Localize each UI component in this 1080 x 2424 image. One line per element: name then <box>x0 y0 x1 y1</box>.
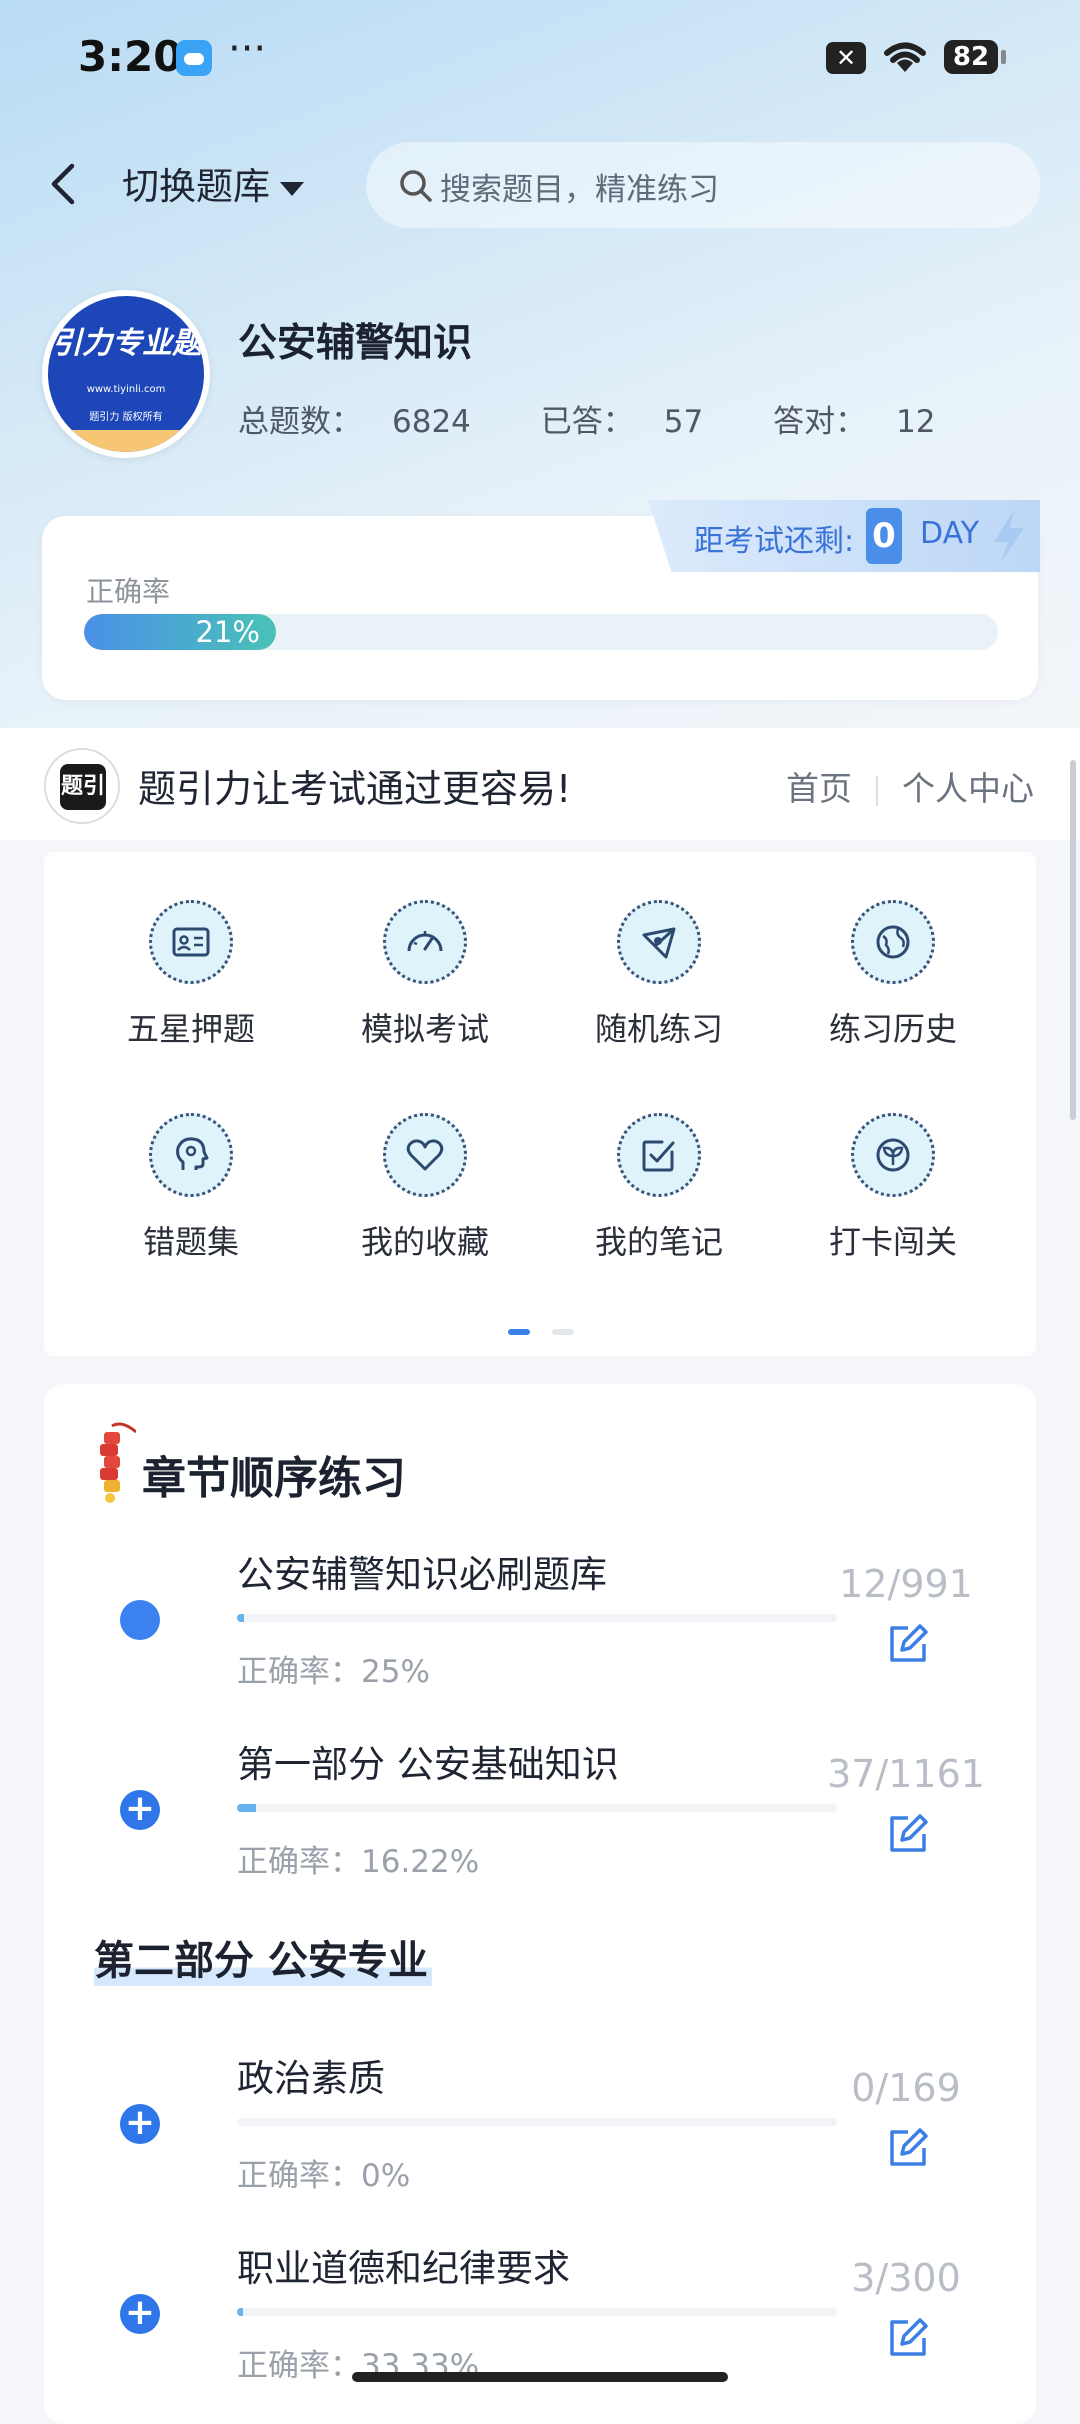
chapter-row[interactable]: + 职业道德和纪律要求 正确率：33.33% 3/300 <box>44 2238 1036 2418</box>
switch-bank-label: 切换题库 <box>122 165 270 208</box>
status-time: 3:20 <box>78 32 183 81</box>
edit-icon[interactable] <box>886 2124 932 2170</box>
function-notes[interactable]: 我的笔记 <box>544 1113 774 1263</box>
caret-down-icon <box>280 181 304 196</box>
function-random-practice[interactable]: 随机练习 <box>544 900 774 1050</box>
edit-icon[interactable] <box>886 1810 932 1856</box>
network-icon <box>617 900 701 984</box>
function-wrong-questions[interactable]: 错题集 <box>76 1113 306 1263</box>
function-label: 练习历史 <box>828 1010 957 1048</box>
app-badge-icon: 题引 <box>44 748 120 824</box>
id-card-icon <box>149 900 233 984</box>
logo-copyright-text: 题引力 版权所有 <box>89 412 163 423</box>
accuracy-progress-bar: 21% <box>84 614 998 650</box>
expand-plus-icon[interactable]: + <box>120 2104 160 2144</box>
chapter-count: 12/991 <box>839 1562 973 1606</box>
function-label: 我的收藏 <box>360 1223 489 1261</box>
edit-icon[interactable] <box>886 2314 932 2360</box>
chapter-name: 公安辅警知识必刷题库 <box>237 1553 607 1596</box>
pager-dot[interactable] <box>552 1329 574 1335</box>
function-label: 五星押题 <box>126 1010 255 1048</box>
firecracker-icon <box>100 1422 136 1503</box>
more-notifications-icon: ··· <box>228 26 267 72</box>
battery-indicator: 82 <box>944 40 1006 74</box>
sprout-icon <box>851 1113 935 1197</box>
switch-bank-dropdown[interactable]: 切换题库 <box>122 156 304 210</box>
chapter-row[interactable]: + 政治素质 正确率：0% 0/169 <box>44 2048 1036 2228</box>
chapter-progress-bar <box>237 1614 837 1622</box>
chapter-count: 37/1161 <box>827 1752 985 1796</box>
bank-stats: 总题数： 6824 已答： 57 答对： 12 <box>238 404 936 440</box>
speedometer-icon <box>383 900 467 984</box>
countdown-unit: DAY <box>920 516 980 551</box>
countdown-days: 0 <box>866 508 902 564</box>
accuracy-progress-fill: 21% <box>84 614 276 650</box>
chapter-name: 第一部分 公安基础知识 <box>237 1743 619 1786</box>
chapter-name: 政治素质 <box>237 2057 385 2100</box>
bank-logo: 引力专业题 www.tiyinli.com 题引力 版权所有 <box>42 290 210 458</box>
expand-plus-icon[interactable]: + <box>120 1790 160 1830</box>
slogan-nav: 首页 个人中心 <box>786 762 1034 810</box>
function-label: 错题集 <box>142 1223 239 1261</box>
head-icon <box>149 1113 233 1197</box>
bank-title: 公安辅警知识 <box>238 321 473 366</box>
chapter-dot-icon <box>120 1600 160 1640</box>
chapter-rate: 正确率：0% <box>237 2158 411 2194</box>
lightning-icon <box>994 510 1024 564</box>
function-label: 随机练习 <box>594 1010 723 1048</box>
close-notification-icon: ✕ <box>826 42 866 74</box>
nav-profile-link[interactable]: 个人中心 <box>902 769 1034 808</box>
back-arrow-icon[interactable] <box>44 160 84 208</box>
logo-brand-text: 引力专业题 <box>52 326 202 361</box>
pager-dot-active[interactable] <box>508 1329 530 1335</box>
accuracy-percent: 21% <box>195 615 260 649</box>
nav-home-link[interactable]: 首页 <box>786 769 852 808</box>
accuracy-label: 正确率 <box>86 575 171 608</box>
scrollbar[interactable] <box>1070 760 1076 1120</box>
answered-count: 57 <box>663 404 704 440</box>
expand-plus-icon[interactable]: + <box>120 2294 160 2334</box>
function-mock-exam[interactable]: 模拟考试 <box>310 900 540 1050</box>
chapter-row[interactable]: + 第一部分 公安基础知识 正确率：16.22% 37/1161 <box>44 1734 1036 1914</box>
logo-site-text: www.tiyinli.com <box>86 384 166 395</box>
function-five-star[interactable]: 五星押题 <box>76 900 306 1050</box>
chapter-count: 0/169 <box>851 2066 961 2110</box>
slogan-bar: 题引 题引力让考试通过更容易! 首页 个人中心 <box>0 728 1080 840</box>
function-practice-history[interactable]: 练习历史 <box>778 900 1008 1050</box>
chapter-count: 3/300 <box>851 2256 961 2300</box>
search-placeholder: 搜索题目，精准练习 <box>440 172 719 208</box>
edit-icon[interactable] <box>886 1620 932 1666</box>
wifi-icon <box>884 42 926 72</box>
chapter-progress-bar <box>237 2308 837 2316</box>
home-indicator[interactable] <box>352 2372 728 2382</box>
function-check-in[interactable]: 打卡闯关 <box>778 1113 1008 1263</box>
search-icon <box>400 170 432 202</box>
chapter-progress-bar <box>237 1804 837 1812</box>
search-input[interactable]: 搜索题目，精准练习 <box>366 142 1040 228</box>
total-count: 6824 <box>392 404 471 440</box>
chapter-progress-bar <box>237 2118 837 2126</box>
exam-countdown: 距考试还剩: 0 DAY <box>648 500 1040 572</box>
note-check-icon <box>617 1113 701 1197</box>
countdown-label: 距考试还剩: <box>694 524 855 559</box>
part-title: 第二部分 公安专业 <box>94 1928 432 1986</box>
status-bar: 3:20 ··· ✕ 82 <box>0 0 1080 110</box>
chapter-name: 职业道德和纪律要求 <box>237 2247 570 2290</box>
chapter-rate: 正确率：16.22% <box>237 1844 480 1880</box>
correct-count: 12 <box>896 404 936 440</box>
function-favorites[interactable]: 我的收藏 <box>310 1113 540 1263</box>
globe-icon <box>851 900 935 984</box>
chapter-title: 章节顺序练习 <box>142 1453 406 1504</box>
chapter-rate: 正确率：25% <box>237 1654 430 1690</box>
slogan-text: 题引力让考试通过更容易! <box>138 767 572 811</box>
function-label: 模拟考试 <box>360 1010 489 1048</box>
function-label: 打卡闯关 <box>828 1223 957 1261</box>
heart-icon <box>383 1113 467 1197</box>
function-label: 我的笔记 <box>594 1223 723 1261</box>
grid-pager <box>508 1320 596 1339</box>
chapter-row[interactable]: 公安辅警知识必刷题库 正确率：25% 12/991 <box>44 1544 1036 1724</box>
weather-icon <box>176 40 212 76</box>
